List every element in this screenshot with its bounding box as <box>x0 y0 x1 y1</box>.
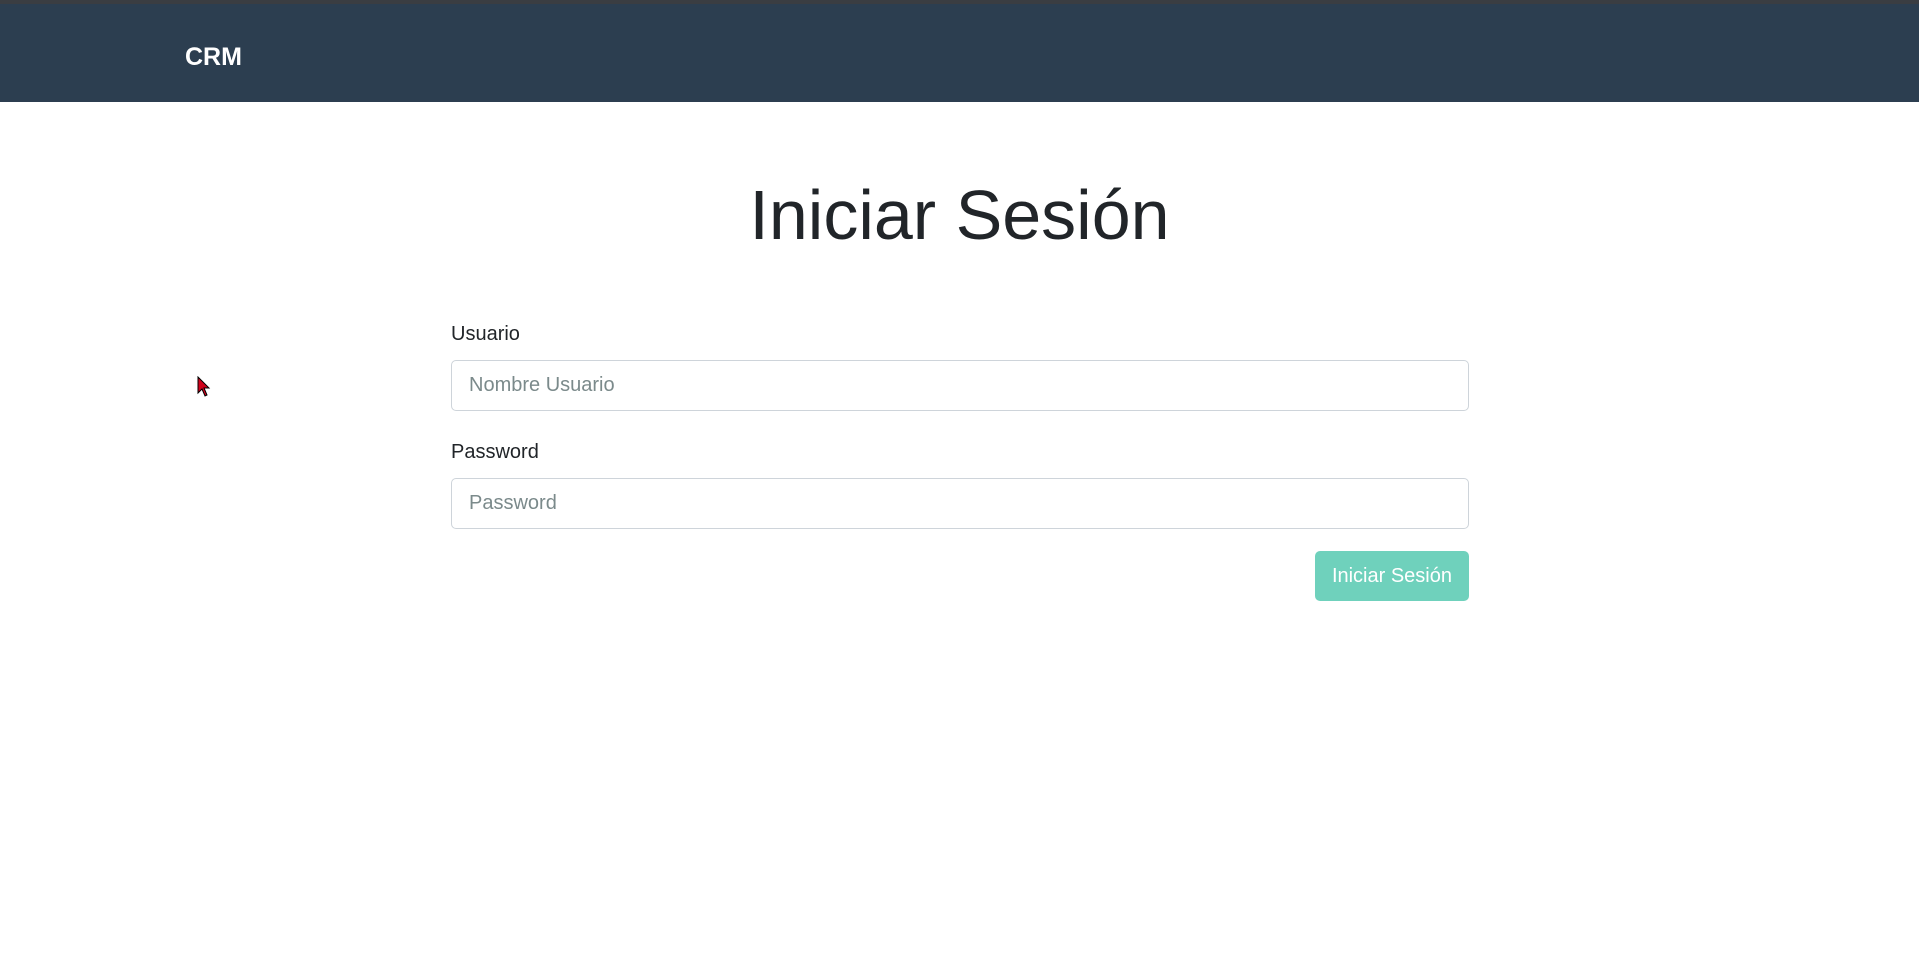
password-input[interactable] <box>451 478 1469 529</box>
mouse-pointer-icon <box>197 376 211 397</box>
username-input[interactable] <box>451 360 1469 411</box>
page-title: Iniciar Sesión <box>749 176 1170 254</box>
login-form: Usuario Password Iniciar Sesión <box>451 318 1469 601</box>
navbar: CRM <box>0 4 1919 102</box>
form-actions: Iniciar Sesión <box>451 551 1469 601</box>
password-label: Password <box>451 441 539 463</box>
password-group: Password <box>451 436 1469 529</box>
username-group: Usuario <box>451 318 1469 411</box>
navbar-brand[interactable]: CRM <box>185 42 242 72</box>
username-label: Usuario <box>451 323 520 345</box>
login-button[interactable]: Iniciar Sesión <box>1314 551 1469 601</box>
